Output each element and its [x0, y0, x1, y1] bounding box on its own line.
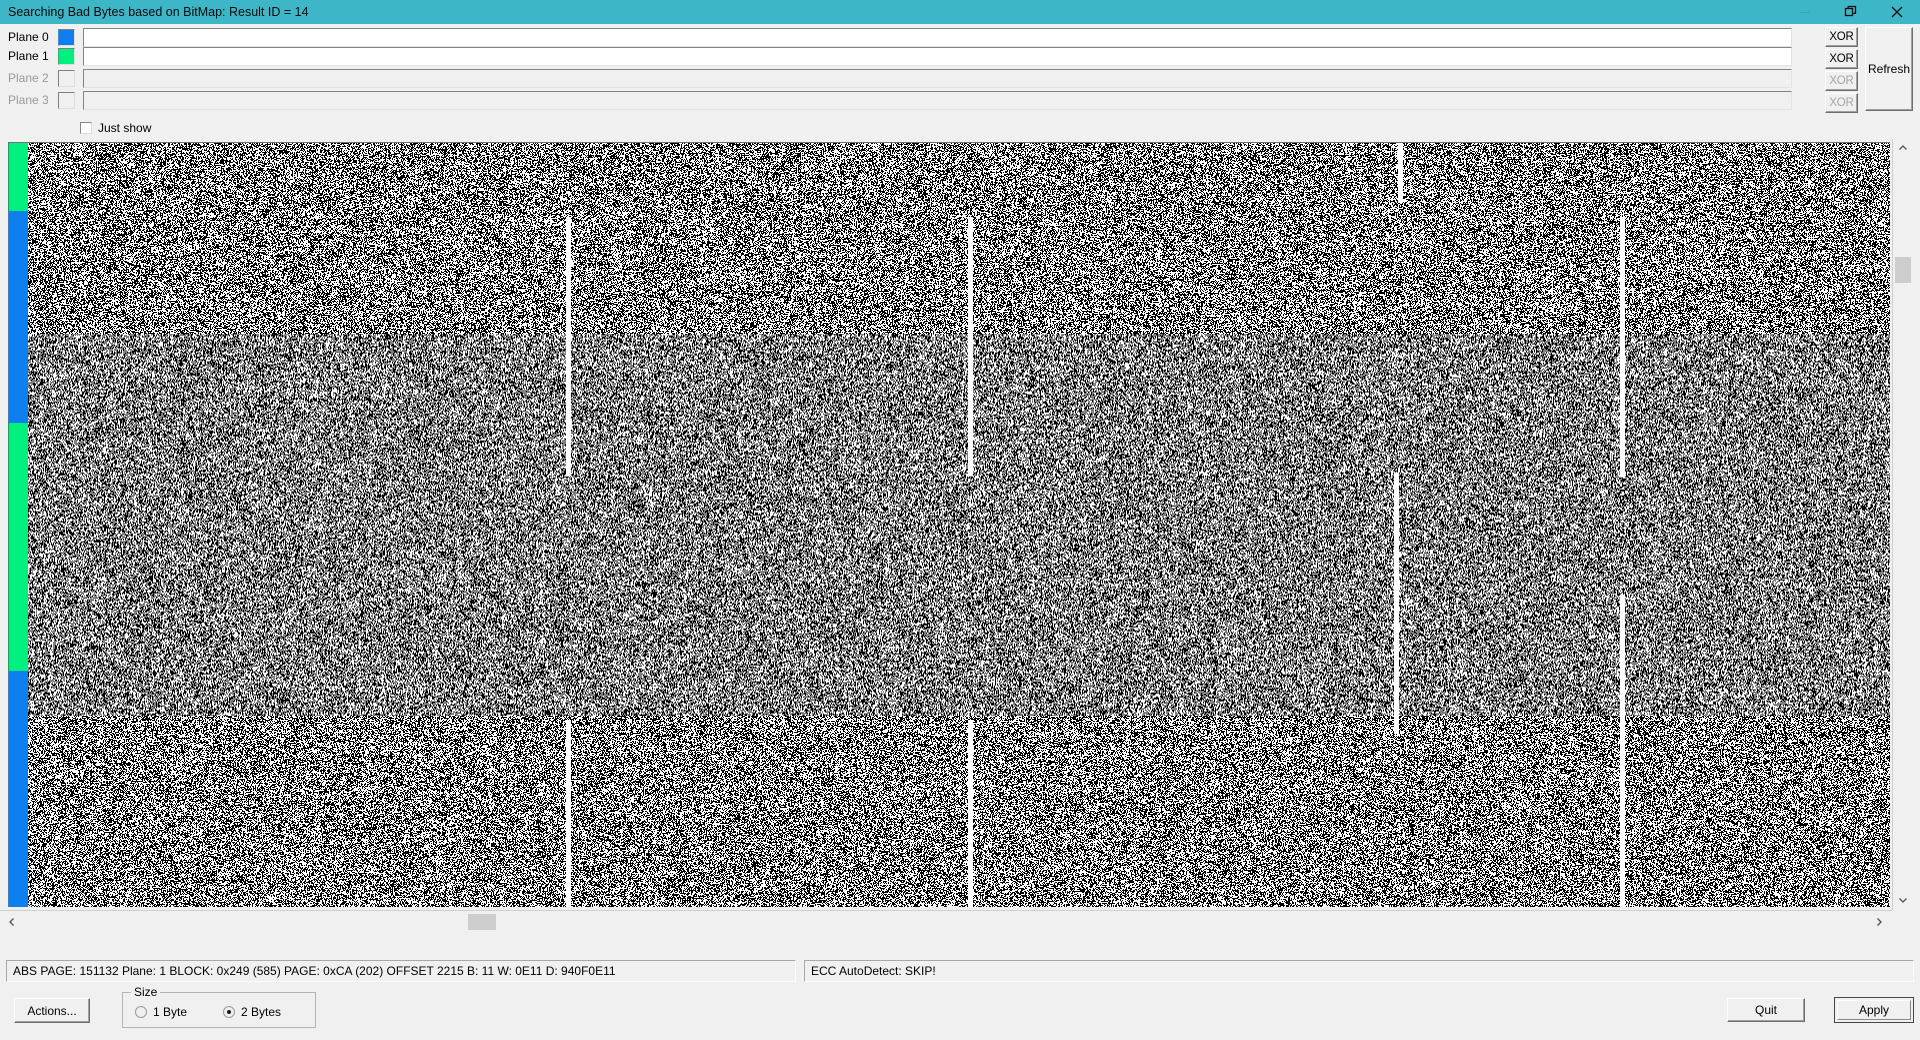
radio-1-byte-indicator[interactable]: [135, 1006, 147, 1018]
actions-button[interactable]: Actions...: [14, 998, 90, 1023]
just-show-label: Just show: [98, 121, 152, 135]
size-group-legend: Size: [131, 985, 161, 999]
window-title: Searching Bad Bytes based on BitMap: Res…: [8, 5, 309, 19]
plane-input-3: [83, 90, 1792, 110]
radio-1-byte[interactable]: 1 Byte: [135, 1005, 187, 1019]
bitmap-viewport[interactable]: [0, 139, 1920, 910]
plane-color-strip: [8, 142, 28, 907]
plane-label-2: Plane 2: [8, 71, 49, 85]
plane-input-1[interactable]: [83, 46, 1792, 66]
title-bar: Searching Bad Bytes based on BitMap: Res…: [0, 0, 1920, 24]
xor-button-0[interactable]: XOR: [1825, 27, 1858, 47]
plane-strip-band-2: [9, 423, 28, 671]
just-show-row[interactable]: Just show: [80, 120, 151, 136]
apply-button[interactable]: Apply: [1834, 997, 1914, 1023]
plane-input-0[interactable]: [83, 27, 1792, 47]
window-controls: [1782, 0, 1920, 24]
xor-button-3: XOR: [1825, 93, 1858, 113]
plane-strip-band-0: [9, 143, 28, 211]
chevron-left-icon[interactable]: [2, 912, 21, 931]
plane-input-2: [83, 68, 1792, 88]
radio-1-byte-label: 1 Byte: [153, 1005, 188, 1019]
plane-color-swatch-3: [58, 91, 75, 109]
plane-color-swatch-0[interactable]: [58, 28, 75, 46]
quit-button[interactable]: Quit: [1727, 998, 1805, 1022]
plane-strip-band-1: [9, 211, 28, 423]
plane-row-3: Plane 3: [0, 90, 1850, 110]
minimize-icon[interactable]: [1782, 0, 1828, 24]
status-page-info: ABS PAGE: 151132 Plane: 1 BLOCK: 0x249 (…: [6, 960, 796, 982]
radio-2-bytes-label: 2 Bytes: [241, 1005, 282, 1019]
plane-row-1: Plane 1: [0, 46, 1850, 66]
plane-row-0: Plane 0: [0, 27, 1850, 47]
plane-label-3: Plane 3: [8, 93, 49, 107]
radio-2-bytes-indicator[interactable]: [223, 1006, 235, 1018]
plane-controls: Plane 0 Plane 1 Plane 2 Plane 3 XOR XOR …: [0, 24, 1920, 118]
chevron-down-icon[interactable]: [1893, 891, 1912, 909]
vertical-scrollbar-thumb[interactable]: [1895, 257, 1911, 283]
plane-label-1: Plane 1: [8, 49, 49, 63]
chevron-up-icon[interactable]: [1893, 139, 1912, 157]
just-show-checkbox[interactable]: [80, 122, 92, 134]
apply-button-label: Apply: [1837, 1000, 1911, 1020]
plane-strip-band-3: [9, 671, 28, 907]
application-window: Searching Bad Bytes based on BitMap: Res…: [0, 0, 1920, 1040]
restore-icon[interactable]: [1828, 0, 1874, 24]
vertical-scrollbar[interactable]: [1892, 139, 1912, 910]
bitmap-noise-canvas[interactable]: [28, 142, 1890, 907]
status-bar: ABS PAGE: 151132 Plane: 1 BLOCK: 0x249 (…: [0, 960, 1920, 982]
plane-label-0: Plane 0: [8, 30, 49, 44]
size-group-box: Size 1 Byte 2 Bytes: [122, 985, 316, 1028]
plane-row-2: Plane 2: [0, 68, 1850, 88]
chevron-right-icon[interactable]: [1869, 912, 1888, 931]
radio-2-bytes[interactable]: 2 Bytes: [223, 1005, 281, 1019]
plane-color-swatch-1[interactable]: [58, 47, 75, 65]
plane-color-swatch-2: [58, 69, 75, 87]
horizontal-scrollbar-thumb[interactable]: [468, 914, 496, 930]
horizontal-scrollbar[interactable]: [0, 910, 1892, 932]
xor-button-2: XOR: [1825, 71, 1858, 91]
status-ecc-info: ECC AutoDetect: SKIP!: [804, 960, 1914, 982]
xor-button-1[interactable]: XOR: [1825, 49, 1858, 69]
close-icon[interactable]: [1874, 0, 1920, 24]
refresh-button[interactable]: Refresh: [1865, 27, 1913, 111]
